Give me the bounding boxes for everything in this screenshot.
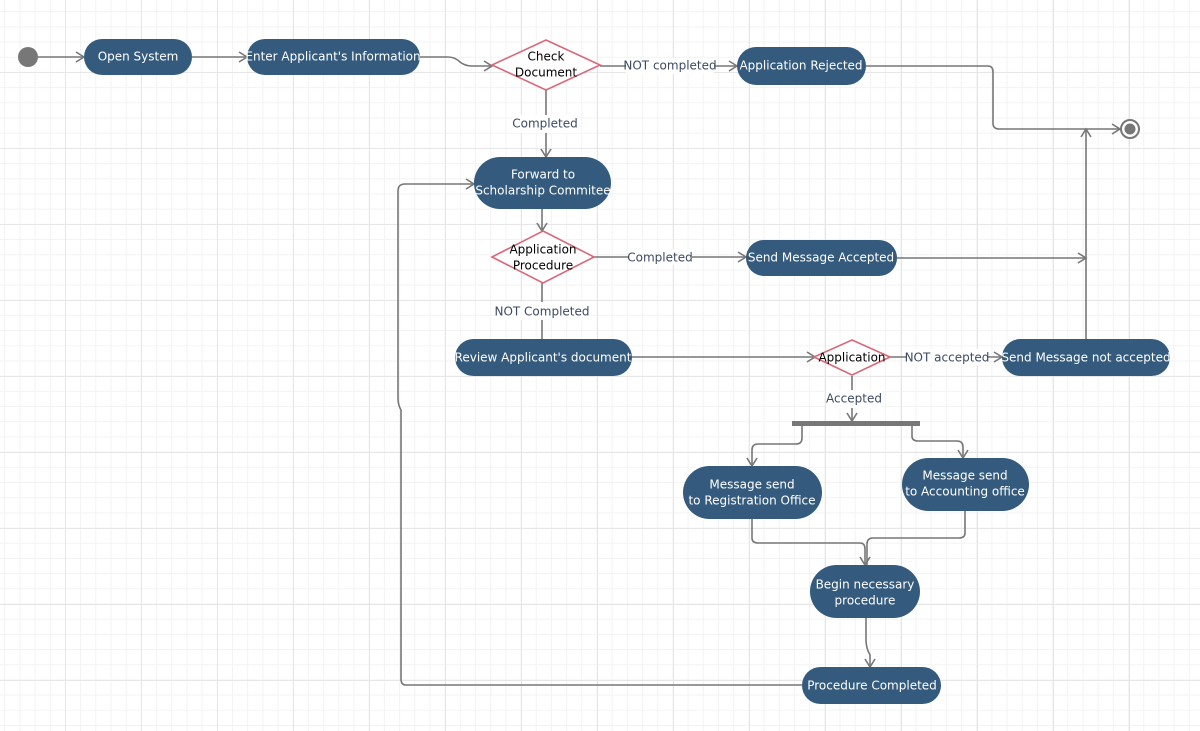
edge[interactable] — [746, 426, 803, 468]
node-label: procedure — [835, 594, 896, 608]
node-label: Procedure Completed — [807, 679, 937, 693]
activity-diagram: NOT completed Completed Completed NOT Co… — [18, 39, 1171, 704]
node-label: Begin necessary — [816, 578, 915, 592]
edge-label-completed: Completed — [627, 251, 692, 265]
fork-bar[interactable] — [792, 421, 920, 426]
node-label: Message send — [922, 469, 1007, 483]
edge-label-not-completed: NOT completed — [623, 59, 716, 73]
decision-check-document[interactable]: Check Document — [490, 39, 602, 91]
action-procedure-completed[interactable]: Procedure Completed — [802, 667, 941, 704]
edge[interactable] — [420, 56, 494, 72]
edge[interactable] — [864, 618, 876, 669]
node-label: Document — [515, 66, 577, 80]
edge-label-completed: Completed — [512, 117, 577, 131]
node-label: Check — [528, 50, 565, 64]
node-label: Application — [818, 351, 885, 365]
decision-application-procedure[interactable]: Application Procedure — [490, 230, 596, 284]
action-begin-procedure[interactable]: Begin necessary procedure — [810, 565, 920, 618]
node-label: Application Rejected — [739, 59, 862, 73]
node-label: Open System — [98, 50, 179, 64]
edge-label-accepted: Accepted — [826, 392, 882, 406]
action-forward-to-committee[interactable]: Forward to Scholarship Commitee — [474, 157, 611, 209]
final-node[interactable] — [1120, 119, 1140, 139]
action-open-system[interactable]: Open System — [84, 39, 192, 75]
decision-application[interactable]: Application — [812, 339, 892, 376]
edge[interactable] — [397, 178, 802, 686]
action-message-accounting-office[interactable]: Message send to Accounting office — [902, 458, 1029, 511]
node-label: Review Applicant's document — [455, 351, 632, 365]
edge[interactable] — [911, 426, 969, 460]
node-label: Scholarship Commitee — [475, 184, 610, 198]
edge[interactable] — [866, 511, 966, 565]
edge[interactable] — [751, 519, 871, 567]
node-label: Send Message not accepted — [1001, 351, 1170, 365]
action-send-message-not-accepted[interactable]: Send Message not accepted — [1001, 339, 1171, 376]
edge-label-not-completed: NOT Completed — [494, 305, 589, 319]
edge[interactable] — [866, 65, 1122, 135]
action-message-registration-office[interactable]: Message send to Registration Office — [683, 466, 822, 519]
node-label: Forward to — [511, 168, 575, 182]
initial-node[interactable] — [18, 47, 38, 67]
node-label: to Accounting office — [905, 485, 1025, 499]
action-review-document[interactable]: Review Applicant's document — [455, 339, 632, 376]
node-label: Application — [509, 243, 576, 257]
node-label: Procedure — [513, 259, 573, 273]
node-label: Message send — [709, 478, 794, 492]
action-application-rejected[interactable]: Application Rejected — [737, 47, 866, 85]
node-label: to Registration Office — [688, 494, 815, 508]
action-enter-applicant-information[interactable]: Enter Applicant's Information — [245, 39, 421, 75]
edge-label-not-accepted: NOT accepted — [905, 351, 990, 365]
action-send-message-accepted[interactable]: Send Message Accepted — [746, 240, 897, 276]
node-label: Send Message Accepted — [748, 251, 894, 265]
node-label: Enter Applicant's Information — [245, 50, 420, 64]
